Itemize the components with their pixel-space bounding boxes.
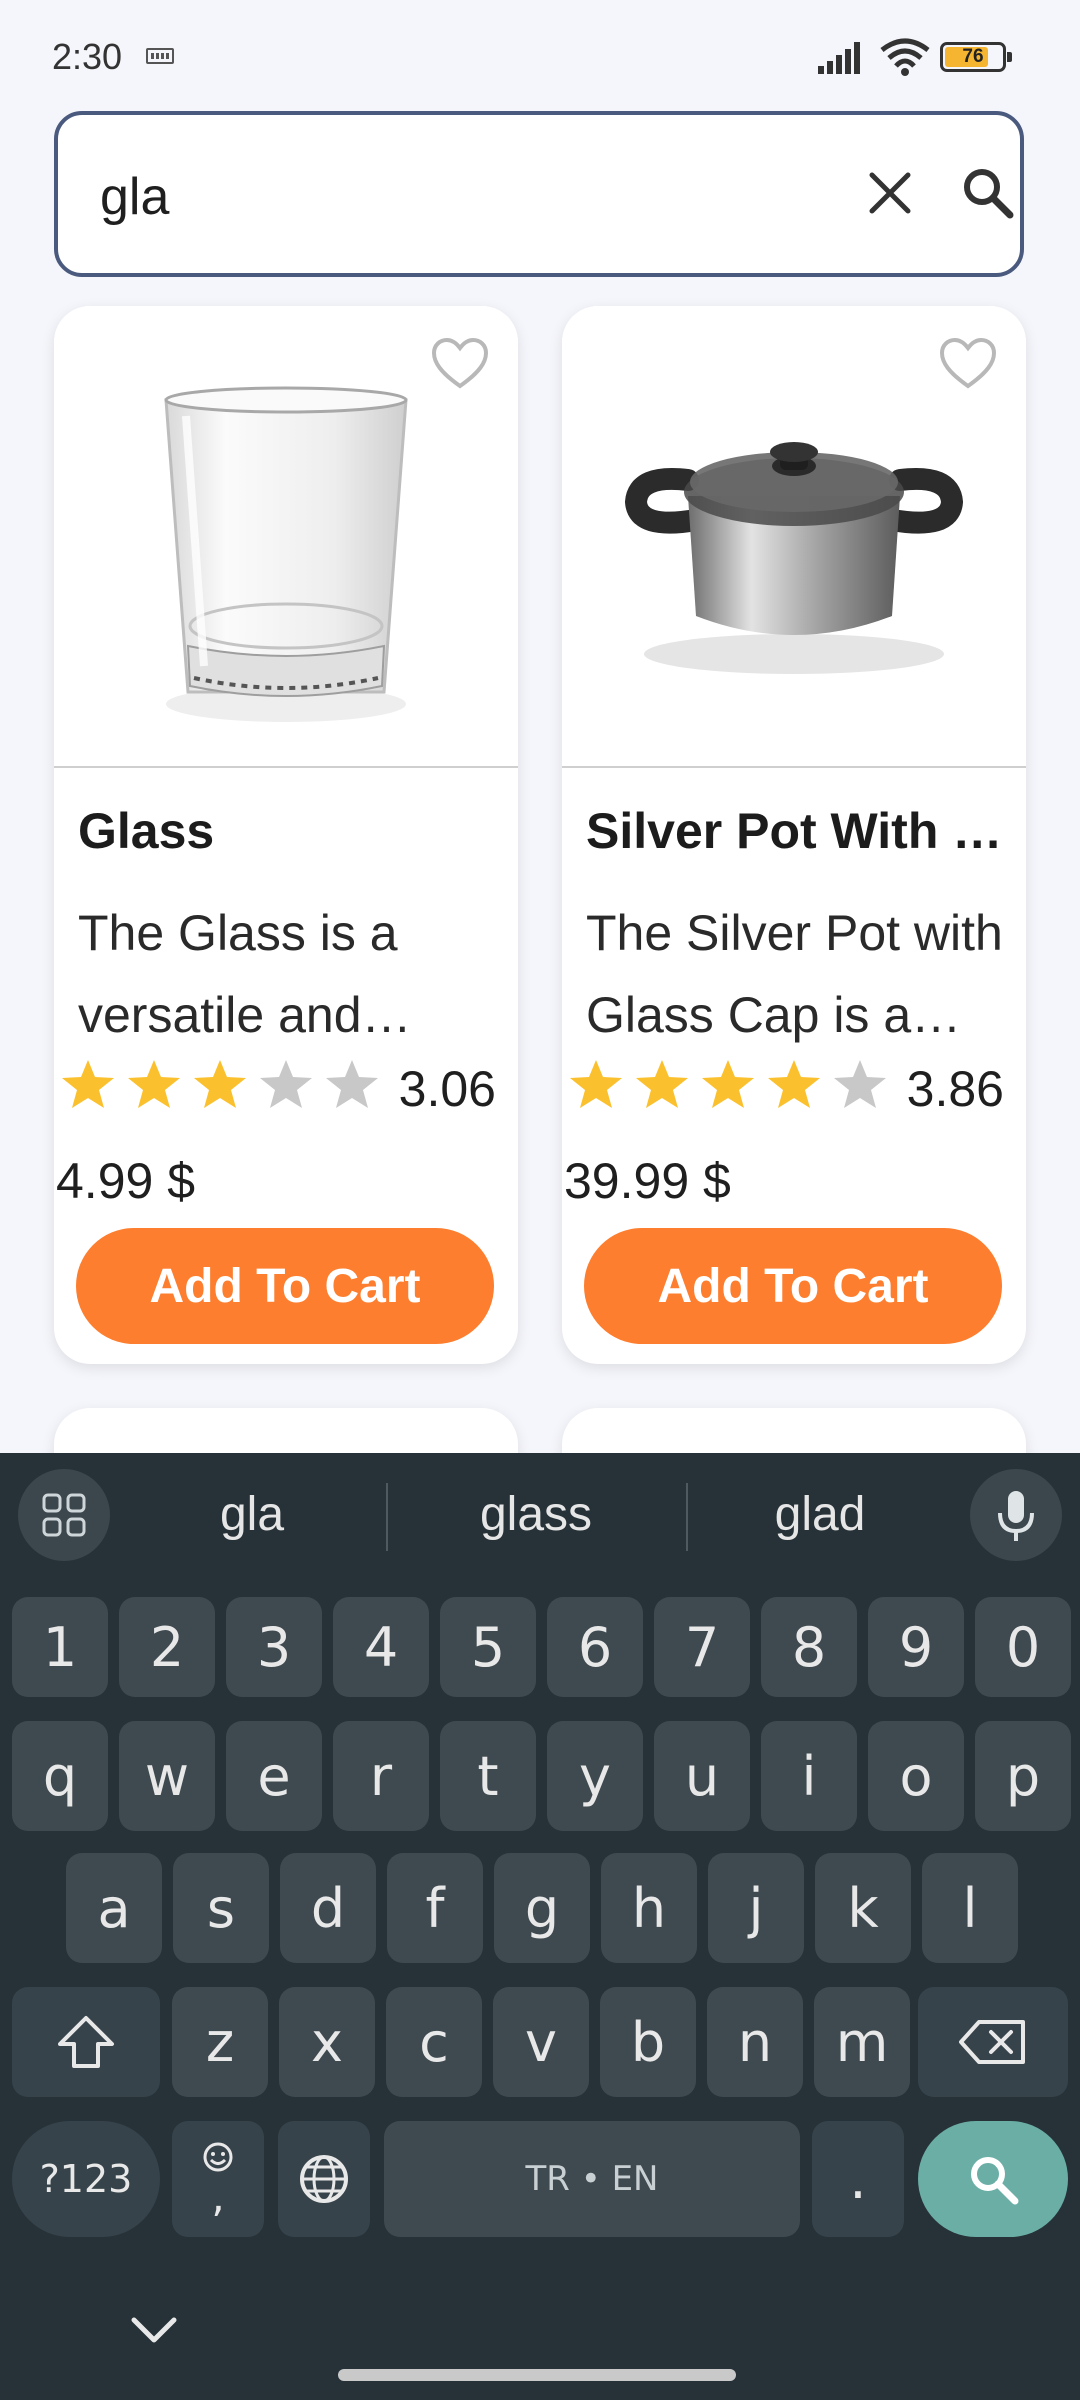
- search-icon: [971, 2157, 1019, 2205]
- key-d[interactable]: d: [280, 1853, 376, 1963]
- backspace-key[interactable]: [918, 1987, 1068, 2097]
- globe-icon: [300, 2155, 348, 2203]
- suggestion-item[interactable]: glass: [416, 1487, 656, 1542]
- suggestion-item[interactable]: glad: [700, 1487, 940, 1542]
- product-description: The Silver Pot with Glass Cap is a durab…: [586, 905, 1003, 1043]
- rating-value: 3.86: [906, 1061, 1004, 1117]
- product-title: Glass: [78, 803, 215, 859]
- key-i[interactable]: i: [761, 1721, 857, 1831]
- status-time: 2:30: [52, 36, 123, 77]
- heart-icon[interactable]: [430, 336, 490, 392]
- symbols-key[interactable]: ?123: [12, 2121, 160, 2237]
- product-title: Silver Pot With Glass Cap: [586, 803, 1006, 859]
- key-0[interactable]: 0: [975, 1597, 1071, 1697]
- key-x[interactable]: x: [279, 1987, 375, 2097]
- product-price: 4.99 $: [56, 1153, 196, 1209]
- product-card[interactable]: Silver Pot With Glass Cap The Silver Pot…: [562, 306, 1026, 1364]
- product-description: The Glass is a versatile and elegant dri…: [78, 905, 398, 1043]
- comma-label: ,: [211, 2172, 225, 2221]
- key-g[interactable]: g: [494, 1853, 590, 1963]
- key-z[interactable]: z: [172, 1987, 268, 2097]
- space-key[interactable]: TR • EN: [384, 2121, 800, 2237]
- key-8[interactable]: 8: [761, 1597, 857, 1697]
- search-input[interactable]: gla: [100, 167, 169, 227]
- emoji-icon: [203, 2142, 233, 2172]
- key-q[interactable]: q: [12, 1721, 108, 1831]
- star-icon: [834, 1060, 886, 1108]
- star-icon: [326, 1060, 378, 1108]
- key-e[interactable]: e: [226, 1721, 322, 1831]
- battery-level: 76: [962, 46, 984, 67]
- home-indicator[interactable]: [338, 2369, 736, 2381]
- chevron-down-icon[interactable]: [128, 2310, 180, 2350]
- key-m[interactable]: m: [814, 1987, 910, 2097]
- key-9[interactable]: 9: [868, 1597, 964, 1697]
- star-icon: [636, 1060, 688, 1108]
- key-w[interactable]: w: [119, 1721, 215, 1831]
- key-l[interactable]: l: [922, 1853, 1018, 1963]
- key-2[interactable]: 2: [119, 1597, 215, 1697]
- microphone-icon[interactable]: [970, 1469, 1062, 1561]
- signal-icon: [818, 42, 860, 74]
- language-key[interactable]: [278, 2121, 370, 2237]
- apps-grid-icon[interactable]: [18, 1469, 110, 1561]
- key-7[interactable]: 7: [654, 1597, 750, 1697]
- suggestion-item[interactable]: gla: [132, 1487, 372, 1542]
- backspace-icon: [959, 2020, 1025, 2064]
- star-icon: [260, 1060, 312, 1108]
- battery-icon: 76: [940, 42, 1012, 72]
- key-6[interactable]: 6: [547, 1597, 643, 1697]
- product-price: 39.99 $: [564, 1153, 731, 1209]
- star-icon: [194, 1060, 246, 1108]
- wifi-icon: [880, 38, 930, 76]
- key-u[interactable]: u: [654, 1721, 750, 1831]
- shift-icon: [58, 2016, 114, 2068]
- period-key[interactable]: .: [812, 2121, 904, 2237]
- key-t[interactable]: t: [440, 1721, 536, 1831]
- soft-keyboard: gla glass glad 1234567890qwertyuiopasdfg…: [0, 1453, 1080, 2400]
- rating: 3.06: [58, 1052, 518, 1118]
- key-p[interactable]: p: [975, 1721, 1071, 1831]
- key-5[interactable]: 5: [440, 1597, 536, 1697]
- star-icon: [702, 1060, 754, 1108]
- heart-icon[interactable]: [938, 336, 998, 392]
- emoji-comma-key[interactable]: ,: [172, 2121, 264, 2237]
- search-icon[interactable]: [956, 161, 1020, 225]
- status-bar: 2:30 76: [0, 0, 1080, 110]
- rating: 3.86: [566, 1052, 1026, 1118]
- key-c[interactable]: c: [386, 1987, 482, 2097]
- add-to-cart-button[interactable]: Add To Cart: [76, 1228, 494, 1344]
- key-k[interactable]: k: [815, 1853, 911, 1963]
- key-4[interactable]: 4: [333, 1597, 429, 1697]
- star-icon: [128, 1060, 180, 1108]
- shift-key[interactable]: [12, 1987, 160, 2097]
- star-icon: [768, 1060, 820, 1108]
- key-f[interactable]: f: [387, 1853, 483, 1963]
- add-to-cart-button[interactable]: Add To Cart: [584, 1228, 1002, 1344]
- key-r[interactable]: r: [333, 1721, 429, 1831]
- star-icon: [62, 1060, 114, 1108]
- suggestion-bar: gla glass glad: [0, 1453, 1080, 1581]
- key-s[interactable]: s: [173, 1853, 269, 1963]
- key-n[interactable]: n: [707, 1987, 803, 2097]
- key-v[interactable]: v: [493, 1987, 589, 2097]
- key-o[interactable]: o: [868, 1721, 964, 1831]
- key-j[interactable]: j: [708, 1853, 804, 1963]
- search-field[interactable]: gla: [54, 111, 1024, 277]
- search-key[interactable]: [918, 2121, 1068, 2237]
- key-y[interactable]: y: [547, 1721, 643, 1831]
- key-h[interactable]: h: [601, 1853, 697, 1963]
- close-icon[interactable]: [858, 161, 922, 225]
- key-a[interactable]: a: [66, 1853, 162, 1963]
- product-card[interactable]: Glass The Glass is a versatile and elega…: [54, 306, 518, 1364]
- rating-value: 3.06: [398, 1061, 496, 1117]
- keyboard-indicator-icon: [146, 48, 174, 64]
- key-b[interactable]: b: [600, 1987, 696, 2097]
- key-1[interactable]: 1: [12, 1597, 108, 1697]
- key-3[interactable]: 3: [226, 1597, 322, 1697]
- star-icon: [570, 1060, 622, 1108]
